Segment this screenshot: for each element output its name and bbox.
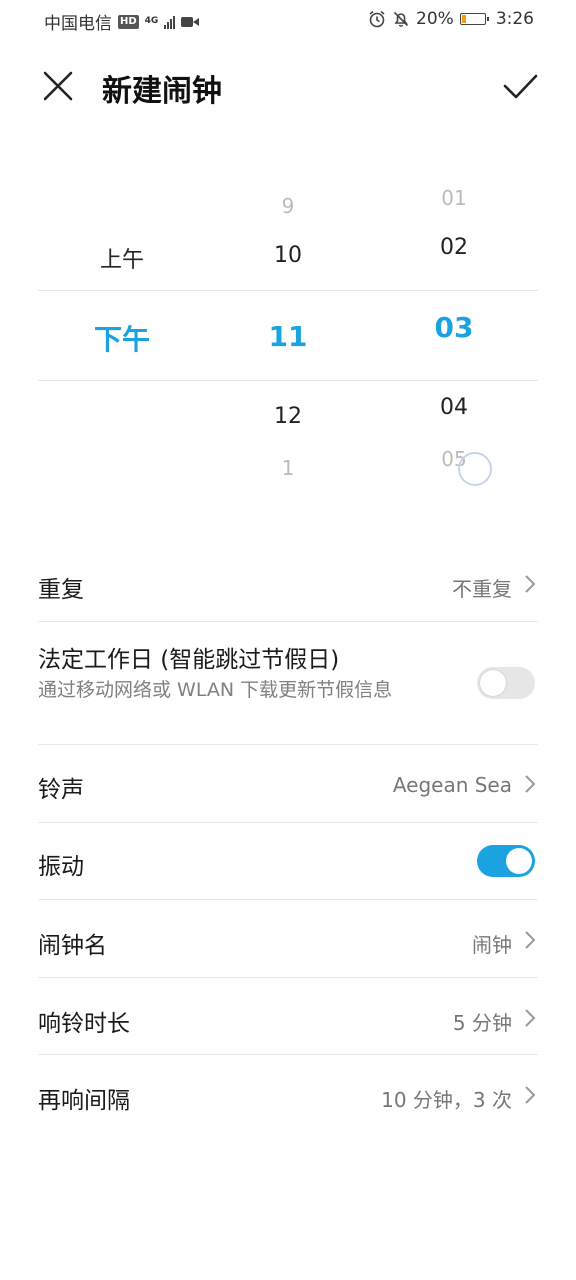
vibrate-row[interactable]: 振动 <box>38 823 538 900</box>
battery-percent: 20% <box>416 9 454 29</box>
time-picker: 上午 下午 9 10 11 12 1 01 02 03 04 05 <box>38 180 538 500</box>
minute-option-above[interactable]: 02 <box>394 235 514 260</box>
alarm-icon <box>369 10 385 28</box>
status-bar: 中国电信 HD 4G 20% 3:26 <box>0 0 576 40</box>
workday-toggle[interactable] <box>477 667 535 699</box>
ringtone-label: 铃声 <box>38 777 84 803</box>
ampm-selected[interactable]: 下午 <box>62 318 182 358</box>
video-icon <box>181 16 200 27</box>
snooze-row[interactable]: 再响间隔 10 分钟，3 次 <box>38 1055 538 1135</box>
chevron-right-icon <box>525 1086 536 1104</box>
ringtone-value: Aegean Sea <box>392 773 512 797</box>
repeat-label: 重复 <box>38 577 84 603</box>
workday-row[interactable]: 法定工作日 (智能跳过节假日) 通过移动网络或 WLAN 下载更新节假信息 <box>38 622 538 745</box>
toggle-knob <box>506 848 532 874</box>
minute-option-far-below[interactable]: 05 <box>394 447 514 471</box>
hour-option-below[interactable]: 12 <box>228 404 348 429</box>
touch-indicator <box>458 452 492 486</box>
alarm-name-row[interactable]: 闹钟名 闹钟 <box>38 900 538 978</box>
battery-icon <box>459 13 489 25</box>
carrier-name: 中国电信 <box>44 14 112 34</box>
close-icon[interactable] <box>38 66 78 106</box>
check-icon[interactable] <box>500 66 540 106</box>
workday-label: 法定工作日 (智能跳过节假日) <box>38 647 340 673</box>
chevron-right-icon <box>525 931 536 949</box>
workday-description: 通过移动网络或 WLAN 下载更新节假信息 <box>38 679 393 701</box>
status-time: 3:26 <box>495 9 534 29</box>
chevron-right-icon <box>525 775 536 793</box>
minute-option-far-above[interactable]: 01 <box>394 186 514 210</box>
ampm-option-above[interactable]: 上午 <box>62 242 182 274</box>
mute-bell-icon <box>393 11 409 27</box>
ringtone-row[interactable]: 铃声 Aegean Sea <box>38 745 538 823</box>
minute-selected[interactable]: 03 <box>394 311 514 344</box>
vibrate-toggle[interactable] <box>477 845 535 877</box>
hd-icon: HD <box>118 14 139 29</box>
signal-icon <box>164 15 176 29</box>
vibrate-label: 振动 <box>38 854 84 880</box>
settings-list: 重复 不重复 法定工作日 (智能跳过节假日) 通过移动网络或 WLAN 下载更新… <box>38 545 538 1135</box>
hour-option-far-above[interactable]: 9 <box>228 194 348 218</box>
toggle-knob <box>480 670 506 696</box>
status-left: 中国电信 HD 4G <box>44 9 200 34</box>
snooze-value: 10 分钟，3 次 <box>381 1088 512 1112</box>
network-type: 4G <box>144 16 159 26</box>
hour-wheel[interactable]: 9 10 11 12 1 <box>228 180 348 500</box>
page-title: 新建闹钟 <box>102 74 222 109</box>
ring-duration-label: 响铃时长 <box>38 1011 130 1037</box>
minute-wheel[interactable]: 01 02 03 04 05 <box>394 180 514 500</box>
ring-duration-row[interactable]: 响铃时长 5 分钟 <box>38 978 538 1055</box>
chevron-right-icon <box>525 575 536 593</box>
repeat-row[interactable]: 重复 不重复 <box>38 545 538 622</box>
status-right: 20% 3:26 <box>368 9 534 29</box>
minute-option-below[interactable]: 04 <box>394 395 514 420</box>
alarm-name-label: 闹钟名 <box>38 933 107 959</box>
chevron-right-icon <box>525 1009 536 1027</box>
snooze-label: 再响间隔 <box>38 1088 130 1114</box>
battery-level <box>461 15 466 23</box>
repeat-value: 不重复 <box>452 577 512 601</box>
hour-option-above[interactable]: 10 <box>228 243 348 268</box>
app-header: 新建闹钟 <box>0 50 576 120</box>
ring-duration-value: 5 分钟 <box>452 1011 512 1035</box>
ampm-wheel[interactable]: 上午 下午 <box>62 180 182 500</box>
alarm-name-value: 闹钟 <box>472 933 512 957</box>
hour-selected[interactable]: 11 <box>228 320 348 353</box>
hour-option-far-below[interactable]: 1 <box>228 456 348 480</box>
